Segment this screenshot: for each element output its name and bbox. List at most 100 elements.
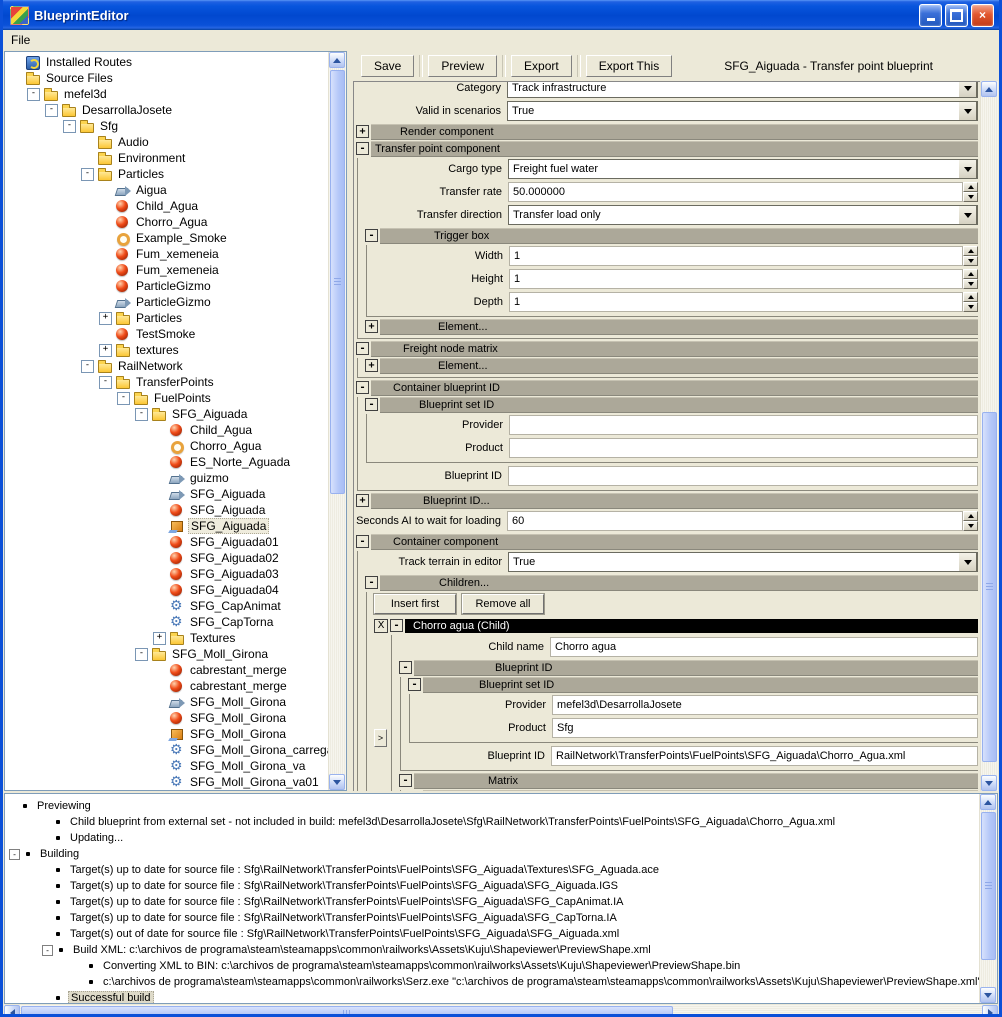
tree-item[interactable]: Environment [5, 150, 328, 166]
collapse-button[interactable]: - [356, 142, 369, 155]
transfer-rate-spinner[interactable] [963, 182, 978, 202]
blueprint-id-input[interactable] [508, 466, 978, 486]
tree-item[interactable]: Chorro_Agua [5, 438, 328, 454]
tree-item[interactable]: ES_Norte_Aguada [5, 454, 328, 470]
log-entry[interactable]: - Building [5, 846, 979, 862]
export-this-button[interactable]: Export This [586, 55, 672, 77]
collapse-button[interactable]: - [356, 342, 369, 355]
log-entry[interactable]: - Build XML: c:\archivos de programa\ste… [5, 942, 979, 958]
scroll-up-icon[interactable] [329, 52, 345, 68]
log-entry[interactable]: Previewing [5, 798, 979, 814]
tree-scrollbar[interactable] [328, 52, 346, 790]
child-provider-input[interactable]: mefel3d\DesarrollaJosete [552, 695, 978, 715]
seconds-ai-input[interactable]: 60 [507, 511, 963, 531]
expand-button[interactable]: + [356, 125, 369, 138]
tree-expander-icon[interactable]: - [63, 120, 76, 133]
tree-item[interactable]: SFG_Moll_Girona_va01 [5, 774, 328, 790]
transfer-rate-input[interactable]: 50.000000 [508, 182, 963, 202]
log-entry[interactable]: Target(s) up to date for source file : S… [5, 862, 979, 878]
tree-item[interactable]: - RailNetwork [5, 358, 328, 374]
collapse-button[interactable]: - [390, 619, 403, 632]
tree-scroll-thumb[interactable] [330, 70, 345, 494]
depth-spinner[interactable] [963, 292, 978, 312]
tree-item[interactable]: SFG_Aiguada02 [5, 550, 328, 566]
tree-item[interactable]: SFG_Aiguada [5, 518, 328, 534]
tree-item[interactable]: - TransferPoints [5, 374, 328, 390]
save-button[interactable]: Save [361, 55, 414, 77]
tree-expander-icon[interactable]: - [27, 88, 40, 101]
tree-item[interactable]: Example_Smoke [5, 230, 328, 246]
tree-item[interactable]: - SFG_Aiguada [5, 406, 328, 422]
tree-item[interactable]: SFG_Aiguada [5, 486, 328, 502]
log-entry[interactable]: Target(s) up to date for source file : S… [5, 910, 979, 926]
maximize-button[interactable] [945, 4, 968, 27]
insert-first-button[interactable]: Insert first [374, 594, 456, 614]
scroll-left-icon[interactable] [4, 1005, 20, 1017]
tree-item[interactable]: SFG_Moll_Girona [5, 726, 328, 742]
tree-expander-icon[interactable]: - [45, 104, 58, 117]
tree-item[interactable]: - mefel3d [5, 86, 328, 102]
dropdown-arrow-icon[interactable] [958, 205, 977, 225]
collapse-button[interactable]: - [399, 774, 412, 787]
log-horizontal-scrollbar[interactable] [4, 1005, 998, 1017]
horizontal-scroll-thumb[interactable] [21, 1006, 673, 1017]
tree-item[interactable]: cabrestant_merge [5, 662, 328, 678]
tree-item[interactable]: TestSmoke [5, 326, 328, 342]
height-spinner[interactable] [963, 269, 978, 289]
log-entry[interactable]: Updating... [5, 830, 979, 846]
tree-expander-icon[interactable]: + [99, 344, 112, 357]
form-scrollbar[interactable] [980, 81, 998, 791]
remove-all-button[interactable]: Remove all [462, 594, 544, 614]
tree-expander-icon[interactable]: - [117, 392, 130, 405]
category-dropdown[interactable]: Track infrastructure [507, 81, 978, 98]
tree-item[interactable]: Child_Agua [5, 198, 328, 214]
log-scrollbar[interactable] [979, 794, 997, 1003]
log-entry[interactable]: c:\archivos de programa\steam\steamapps\… [5, 974, 979, 990]
preview-button[interactable]: Preview [428, 55, 497, 77]
cargo-type-dropdown[interactable]: Freight fuel water [508, 159, 978, 179]
log-entry[interactable]: Target(s) up to date for source file : S… [5, 878, 979, 894]
expand-button[interactable]: + [356, 494, 369, 507]
tree-expander-icon[interactable]: - [81, 360, 94, 373]
tree-expander-icon[interactable]: - [135, 648, 148, 661]
valid-in-scenarios-dropdown[interactable]: True [507, 101, 978, 121]
tree-item[interactable]: - FuelPoints [5, 390, 328, 406]
provider-input[interactable] [509, 415, 978, 435]
child-blueprint-id-input[interactable]: RailNetwork\TransferPoints\FuelPoints\SF… [551, 746, 978, 766]
transfer-direction-dropdown[interactable]: Transfer load only [508, 205, 978, 225]
scroll-up-icon[interactable] [980, 794, 996, 810]
tree-item[interactable]: + textures [5, 342, 328, 358]
tree-item[interactable]: ParticleGizmo [5, 278, 328, 294]
tree-item[interactable]: - DesarrollaJosete [5, 102, 328, 118]
log-entry[interactable]: Target(s) out of date for source file : … [5, 926, 979, 942]
collapse-button[interactable]: - [365, 229, 378, 242]
export-button[interactable]: Export [511, 55, 572, 77]
collapse-button[interactable]: - [356, 381, 369, 394]
tree-item[interactable]: SFG_Aiguada03 [5, 566, 328, 582]
title-bar[interactable]: BlueprintEditor × [3, 0, 999, 30]
tree-item[interactable]: Child_Agua [5, 422, 328, 438]
log-entry[interactable]: Converting XML to BIN: c:\archivos de pr… [5, 958, 979, 974]
seconds-ai-spinner[interactable] [963, 511, 978, 531]
collapse-button[interactable]: - [408, 678, 421, 691]
tree-item[interactable]: - Sfg [5, 118, 328, 134]
scroll-down-icon[interactable] [329, 774, 345, 790]
log-entry[interactable]: Child blueprint from external set - not … [5, 814, 979, 830]
tree-expander-icon[interactable]: - [81, 168, 94, 181]
scroll-down-icon[interactable] [980, 987, 996, 1003]
tree-item[interactable]: SFG_Aiguada04 [5, 582, 328, 598]
tree-item[interactable]: SFG_CapTorna [5, 614, 328, 630]
collapse-button[interactable]: - [365, 576, 378, 589]
collapse-button[interactable]: - [356, 535, 369, 548]
tree-item[interactable]: + Textures [5, 630, 328, 646]
width-input[interactable]: 1 [509, 246, 963, 266]
tree-item[interactable]: SFG_CapAnimat [5, 598, 328, 614]
tree-item[interactable]: Chorro_Agua [5, 214, 328, 230]
track-terrain-dropdown[interactable]: True [508, 552, 978, 572]
dropdown-arrow-icon[interactable] [958, 159, 977, 179]
scroll-right-icon[interactable] [982, 1005, 998, 1017]
tree-item[interactable]: - SFG_Moll_Girona [5, 646, 328, 662]
dropdown-arrow-icon[interactable] [958, 552, 977, 572]
scroll-up-icon[interactable] [981, 81, 997, 97]
tree-expander-icon[interactable]: + [153, 632, 166, 645]
